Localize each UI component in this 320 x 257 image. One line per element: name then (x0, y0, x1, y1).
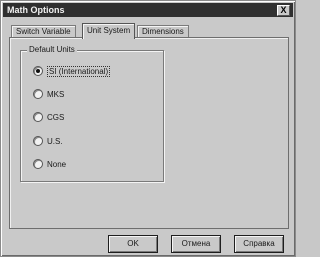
default-units-label: Default Units (27, 45, 77, 54)
unit-option-label: U.S. (47, 136, 63, 146)
unit-option-cgs[interactable]: CGS (33, 111, 64, 123)
title-bar[interactable]: Math Options X (3, 3, 293, 17)
help-button[interactable]: Справка (234, 235, 284, 253)
ok-button[interactable]: OK (108, 235, 158, 253)
radio-button[interactable] (33, 89, 43, 99)
math-options-dialog: Math Options X Switch Variable Unit Syst… (0, 0, 296, 257)
window-title: Math Options (7, 5, 65, 15)
tab-unit-system[interactable]: Unit System (82, 23, 136, 39)
unit-option-label: None (47, 159, 67, 169)
close-button[interactable]: X (277, 5, 290, 16)
unit-option-us[interactable]: U.S. (33, 135, 63, 147)
cancel-button[interactable]: Отмена (171, 235, 221, 253)
radio-button[interactable] (33, 136, 43, 146)
unit-option-si[interactable]: SI (International) (33, 65, 111, 77)
default-units-group: Default Units SI (International) MKS CGS… (20, 45, 164, 182)
radio-button[interactable] (33, 66, 43, 76)
radio-button[interactable] (33, 159, 43, 169)
unit-system-panel: Default Units SI (International) MKS CGS… (9, 37, 289, 229)
unit-option-none[interactable]: None (33, 158, 66, 170)
radio-button[interactable] (33, 112, 43, 122)
unit-option-label: MKS (47, 89, 65, 99)
unit-option-label: CGS (47, 112, 65, 122)
unit-option-label: SI (International) (47, 65, 111, 77)
unit-option-mks[interactable]: MKS (33, 88, 64, 100)
